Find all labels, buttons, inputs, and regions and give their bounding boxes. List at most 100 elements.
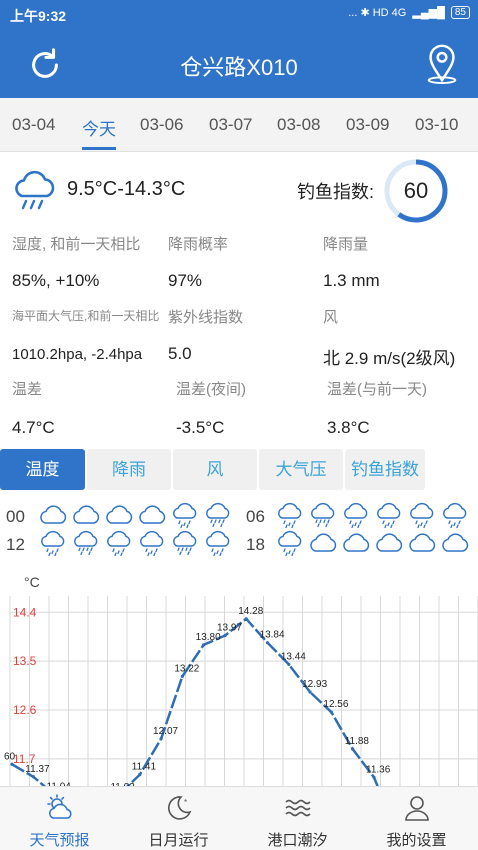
date-tab[interactable]: 03-07: [209, 115, 252, 135]
fishing-index-value: 60: [403, 178, 429, 203]
temperature-data-label: 11.41: [132, 762, 157, 773]
temperature-point: [308, 690, 312, 694]
nav-settings[interactable]: 我的设置: [357, 787, 476, 850]
temperature-point: [265, 641, 270, 645]
night-temp-diff-label: 温差(夜间): [176, 381, 246, 398]
temperature-range: 9.5°C-14.3°C: [67, 178, 186, 200]
rain-cloud-icon: [15, 170, 55, 210]
rain-icon: [173, 502, 197, 528]
page-title: 仓兴路X010: [180, 55, 298, 80]
rain-amount-label: 降雨量: [323, 236, 369, 253]
cloud-icon: [376, 533, 403, 552]
wind-label: 风: [323, 309, 339, 326]
date-tab[interactable]: 03-10: [415, 115, 458, 135]
temperature-chart: °C 11.712.613.514.46011.3711.0411.0311.4…: [4, 574, 478, 786]
tab-pressure[interactable]: 大气压: [259, 449, 343, 490]
chart-y-tick: 12.6: [13, 703, 37, 717]
night-temp-diff-value: -3.5°C: [176, 418, 225, 437]
battery-icon: 85: [450, 6, 470, 19]
rain-icon: [410, 502, 434, 528]
hourly-row-afternoon: 12 18: [0, 530, 478, 558]
rain-icon: [41, 530, 65, 556]
pressure-label: 海平面大气压,和前一天相比: [12, 309, 160, 323]
uv-label: 紫外线指数: [168, 309, 244, 326]
date-tab[interactable]: 03-06: [140, 115, 183, 135]
temperature-point: [287, 662, 291, 666]
active-tab-indicator: [82, 147, 116, 150]
tab-temperature[interactable]: 温度: [0, 449, 85, 490]
app-bar: 仓兴路X010: [0, 30, 478, 98]
user-icon: [405, 796, 429, 821]
rain-icon: [278, 530, 302, 556]
temperature-data-label: 14.28: [238, 606, 263, 617]
uv-value: 5.0: [168, 344, 192, 363]
wind-value: 北 2.9 m/s(2级风): [323, 349, 456, 368]
temperature-data-label: 12.93: [302, 679, 327, 690]
status-time: 上午9:32: [10, 8, 67, 24]
cloud-icon: [40, 505, 67, 524]
nav-tides[interactable]: 港口潮汐: [238, 787, 357, 850]
nav-label: 天气预报: [29, 832, 90, 849]
tab-fishing-index[interactable]: 钓鱼指数: [345, 449, 425, 490]
cloud-icon: [73, 505, 100, 524]
rain-probability-label: 降雨概率: [168, 236, 229, 253]
cloud-icon: [409, 533, 436, 552]
signal-icon: ▂▄▆█: [412, 7, 445, 19]
chart-tabs: 温度 降雨 风 大气压 钓鱼指数: [0, 449, 478, 490]
fishing-index-label: 钓鱼指数:: [297, 182, 375, 202]
temperature-point: [180, 674, 184, 678]
date-tab[interactable]: 03-08: [277, 115, 320, 135]
humidity-label: 湿度, 和前一天相比: [12, 236, 141, 253]
chart-y-tick: 14.4: [13, 605, 37, 619]
tab-rain[interactable]: 降雨: [87, 449, 171, 490]
heavy-rain-icon: [173, 530, 197, 556]
nav-sun-moon[interactable]: * 日月运行: [119, 787, 238, 850]
rain-icon: [278, 502, 302, 528]
heavy-rain-icon: [206, 502, 230, 528]
rain-amount-value: 1.3 mm: [323, 271, 380, 290]
date-tab-today[interactable]: 今天: [82, 115, 116, 140]
rain-icon: [443, 502, 467, 528]
nav-weather[interactable]: 天气预报: [0, 787, 119, 850]
temperature-data-label: 12.07: [153, 726, 178, 737]
weather-icon: [47, 794, 72, 819]
temperature-point: [138, 773, 142, 777]
temperature-point: [244, 617, 248, 621]
temperature-point: [202, 643, 206, 647]
hourly-row-morning: 00 06: [0, 502, 478, 530]
temperature-data-label: 11.36: [366, 764, 391, 775]
humidity-value: 85%, +10%: [12, 271, 100, 290]
temperature-data-label: 11.37: [25, 764, 50, 775]
rain-icon: [206, 530, 230, 556]
status-icons: ... ✱ HD 4G: [348, 7, 407, 19]
rain-icon: [377, 502, 401, 528]
hour-label: 00: [6, 507, 25, 526]
rain-icon: [140, 530, 164, 556]
temperature-point: [372, 775, 376, 779]
tab-wind[interactable]: 风: [173, 449, 257, 490]
heavy-rain-icon: [311, 502, 335, 528]
hour-label: 06: [246, 507, 265, 526]
rain-probability-value: 97%: [168, 271, 203, 290]
temperature-data-label: 13.84: [260, 630, 285, 641]
date-tab[interactable]: 03-04: [12, 115, 55, 135]
rain-icon: [344, 502, 368, 528]
temp-diff-label: 温差: [12, 381, 43, 398]
hour-label: 18: [246, 535, 265, 554]
temperature-data-label: 13.97: [217, 623, 242, 634]
temperature-point: [10, 762, 14, 766]
heavy-rain-icon: [74, 530, 98, 556]
date-tabs: 03-04 今天 03-06 03-07 03-08 03-09 03-10: [0, 98, 478, 152]
cloud-icon: [310, 533, 337, 552]
bottom-nav: 天气预报 * 日月运行 港口潮汐 我的设置: [0, 786, 478, 850]
temperature-data-label: 13.44: [281, 651, 306, 662]
temperature-point: [329, 710, 334, 714]
cloud-icon: [106, 505, 133, 524]
nav-label: 港口潮汐: [267, 832, 328, 849]
cloud-icon: [139, 505, 166, 524]
temperature-data-label: 13.22: [174, 663, 199, 674]
map-pin-icon[interactable]: [424, 42, 460, 84]
date-tab[interactable]: 03-09: [346, 115, 389, 135]
pressure-value: 1010.2hpa, -2.4hpa: [12, 346, 143, 363]
cloud-icon: [442, 533, 469, 552]
